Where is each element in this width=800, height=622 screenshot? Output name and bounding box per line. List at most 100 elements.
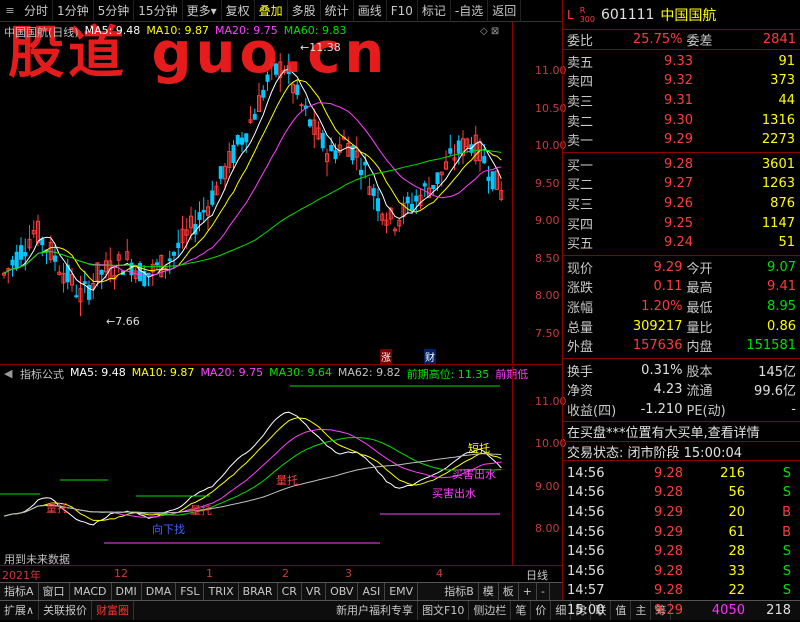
date-month: 4: [436, 567, 443, 580]
candle-body: [231, 144, 236, 164]
tick-row: 14:56 9.28 33 S: [567, 561, 796, 581]
tab-jia[interactable]: 价: [531, 601, 552, 620]
quote-row: 总量 309217 量比 0.86: [567, 316, 796, 336]
add-icon[interactable]: +: [519, 583, 537, 600]
tab-indicator-a[interactable]: 指标A: [0, 583, 39, 600]
asks-label: 卖五: [567, 55, 594, 71]
bids-label: 买五: [567, 237, 594, 253]
related-quote-button[interactable]: 关联报价: [39, 601, 93, 620]
trade-state: 交易状态: 闭市阶段 15:00:04: [563, 442, 800, 462]
ind-ma20-line: [3, 428, 502, 518]
candle-body: [197, 212, 202, 221]
quote-value: 8.95: [767, 299, 796, 315]
tab-vr[interactable]: VR: [302, 583, 327, 600]
candle-body: [329, 144, 334, 152]
quote-label: 内盘: [686, 340, 713, 356]
tick-row: 15:00 9.29 4050 218: [567, 601, 796, 621]
asks-row[interactable]: 卖三 9.31 44: [567, 91, 796, 111]
tab-brar[interactable]: BRAR: [239, 583, 278, 600]
quote-value: 9.41: [767, 279, 796, 295]
candle-body: [210, 190, 215, 205]
candle-body: [240, 137, 244, 145]
candle-body: [244, 133, 249, 143]
price-tick: 8.50: [535, 252, 560, 265]
asks-row[interactable]: 卖一 9.29 2273: [567, 130, 796, 150]
back-button[interactable]: 返回: [488, 0, 522, 22]
bids-row[interactable]: 买五 9.24 51: [567, 233, 796, 253]
future-data-note: 用到未来数据: [4, 553, 70, 566]
new-user-welfare-link[interactable]: 新用户福利专享: [332, 601, 419, 620]
price-axis: 11.00 10.50 10.00 9.50 9.00 8.50 8.00 7.…: [512, 22, 567, 365]
tick-price: 9.28: [654, 544, 683, 560]
date-month: 12: [114, 567, 128, 580]
bids-price: 9.26: [664, 196, 693, 212]
stats-label: 股本: [686, 364, 713, 380]
tab-dmi[interactable]: DMI: [112, 583, 142, 600]
bids-row[interactable]: 买三 9.26 876: [567, 194, 796, 214]
quote-value: 9.29: [653, 259, 683, 275]
tab-obv[interactable]: OBV: [326, 583, 359, 600]
mark-r: R: [579, 5, 586, 15]
candle-body: [448, 148, 453, 154]
tab-bi[interactable]: 笔: [511, 601, 532, 620]
candle-body: [486, 176, 491, 181]
tab-window[interactable]: 窗口: [39, 583, 70, 600]
candle-body: [376, 198, 380, 212]
tick-flag: S: [782, 544, 791, 560]
stats-value: 99.6亿: [754, 384, 796, 400]
sidebar-button[interactable]: 侧边栏: [469, 601, 512, 620]
asks-row[interactable]: 卖二 9.30 1316: [567, 110, 796, 130]
tab-dma[interactable]: DMA: [142, 583, 177, 600]
bids-row[interactable]: 买四 9.25 1147: [567, 213, 796, 233]
wealth-circle-button[interactable]: 财富圈: [92, 601, 135, 620]
asks-row[interactable]: 卖四 9.32 373: [567, 71, 796, 91]
quote-summary: 现价 9.29 今开 9.07 涨跌 0.11 最高 9.41 涨幅 1.20% 最低 8.95 总量 3…: [563, 256, 800, 359]
tick-price: 9.28: [654, 485, 683, 501]
date-month: 2: [282, 567, 289, 580]
collapse-icon[interactable]: ◇ ⊠: [480, 26, 499, 37]
weibi-label: 委比: [567, 33, 594, 49]
date-year: 2021年: [2, 569, 41, 582]
tab-trix[interactable]: TRIX: [204, 583, 239, 600]
zhang-badge[interactable]: 涨: [380, 349, 392, 364]
f10-graphic-button[interactable]: 图文F10: [418, 601, 470, 620]
weibi-value: 25.75%: [632, 31, 683, 47]
zixuan-button[interactable]: -自选: [451, 0, 489, 22]
tab-cr[interactable]: CR: [278, 583, 302, 600]
bid-book: 买一 9.28 3601 买二 9.27 1263 买三 9.26 876 买四 9.25 1147 买…: [563, 153, 800, 256]
asks-label: 卖三: [567, 95, 594, 111]
ma10-value: MA10: 9.87: [146, 24, 210, 37]
asks-row[interactable]: 卖五 9.33 91: [567, 52, 796, 72]
candle-body: [235, 134, 240, 145]
minus-icon[interactable]: -: [537, 583, 550, 600]
asks-label: 卖二: [567, 114, 594, 130]
expand-button[interactable]: 扩展∧: [0, 601, 40, 620]
tab-fsl[interactable]: FSL: [176, 583, 205, 600]
collapse-arrow-icon[interactable]: ◀: [4, 367, 12, 380]
ind-ma62-line: [3, 453, 502, 517]
tab-asi[interactable]: ASI: [358, 583, 386, 600]
asks-price: 9.33: [664, 53, 693, 69]
candle-body: [405, 196, 410, 204]
ind-prev-high: 前期高位: 11.35: [406, 368, 490, 381]
quote-label: 最高: [686, 281, 713, 297]
cai-badge[interactable]: 财: [424, 349, 436, 364]
bids-row[interactable]: 买二 9.27 1263: [567, 174, 796, 194]
asks-price: 9.31: [664, 93, 693, 109]
big-order-notice[interactable]: 在买盘***位置有大买单,查看详情: [563, 422, 800, 442]
tab-indicator-b[interactable]: 指标B: [440, 583, 479, 600]
candle-body: [422, 183, 427, 187]
quote-value: 0.11: [653, 279, 683, 295]
bids-label: 买四: [567, 217, 594, 233]
candle-body: [53, 255, 57, 262]
tab-ban[interactable]: 板: [499, 583, 519, 600]
ma20-line: [3, 102, 502, 277]
tab-emv[interactable]: EMV: [385, 583, 419, 600]
bids-row[interactable]: 买一 9.28 3601: [567, 155, 796, 175]
indicator-svg: [0, 385, 502, 544]
candle-body: [435, 172, 440, 184]
tab-mo[interactable]: 模: [479, 583, 499, 600]
date-month: 1: [206, 567, 213, 580]
tab-macd[interactable]: MACD: [70, 583, 112, 600]
date-month: 3: [345, 567, 352, 580]
